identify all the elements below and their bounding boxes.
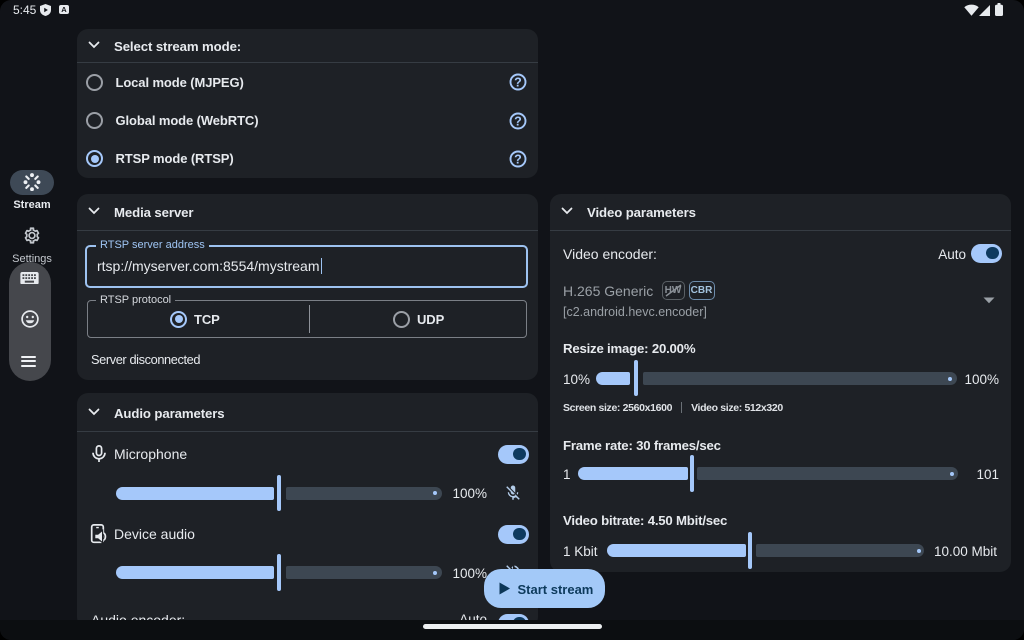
svg-text:?: ? [514,76,522,90]
svg-text:?: ? [514,114,522,128]
svg-text:?: ? [514,152,522,166]
